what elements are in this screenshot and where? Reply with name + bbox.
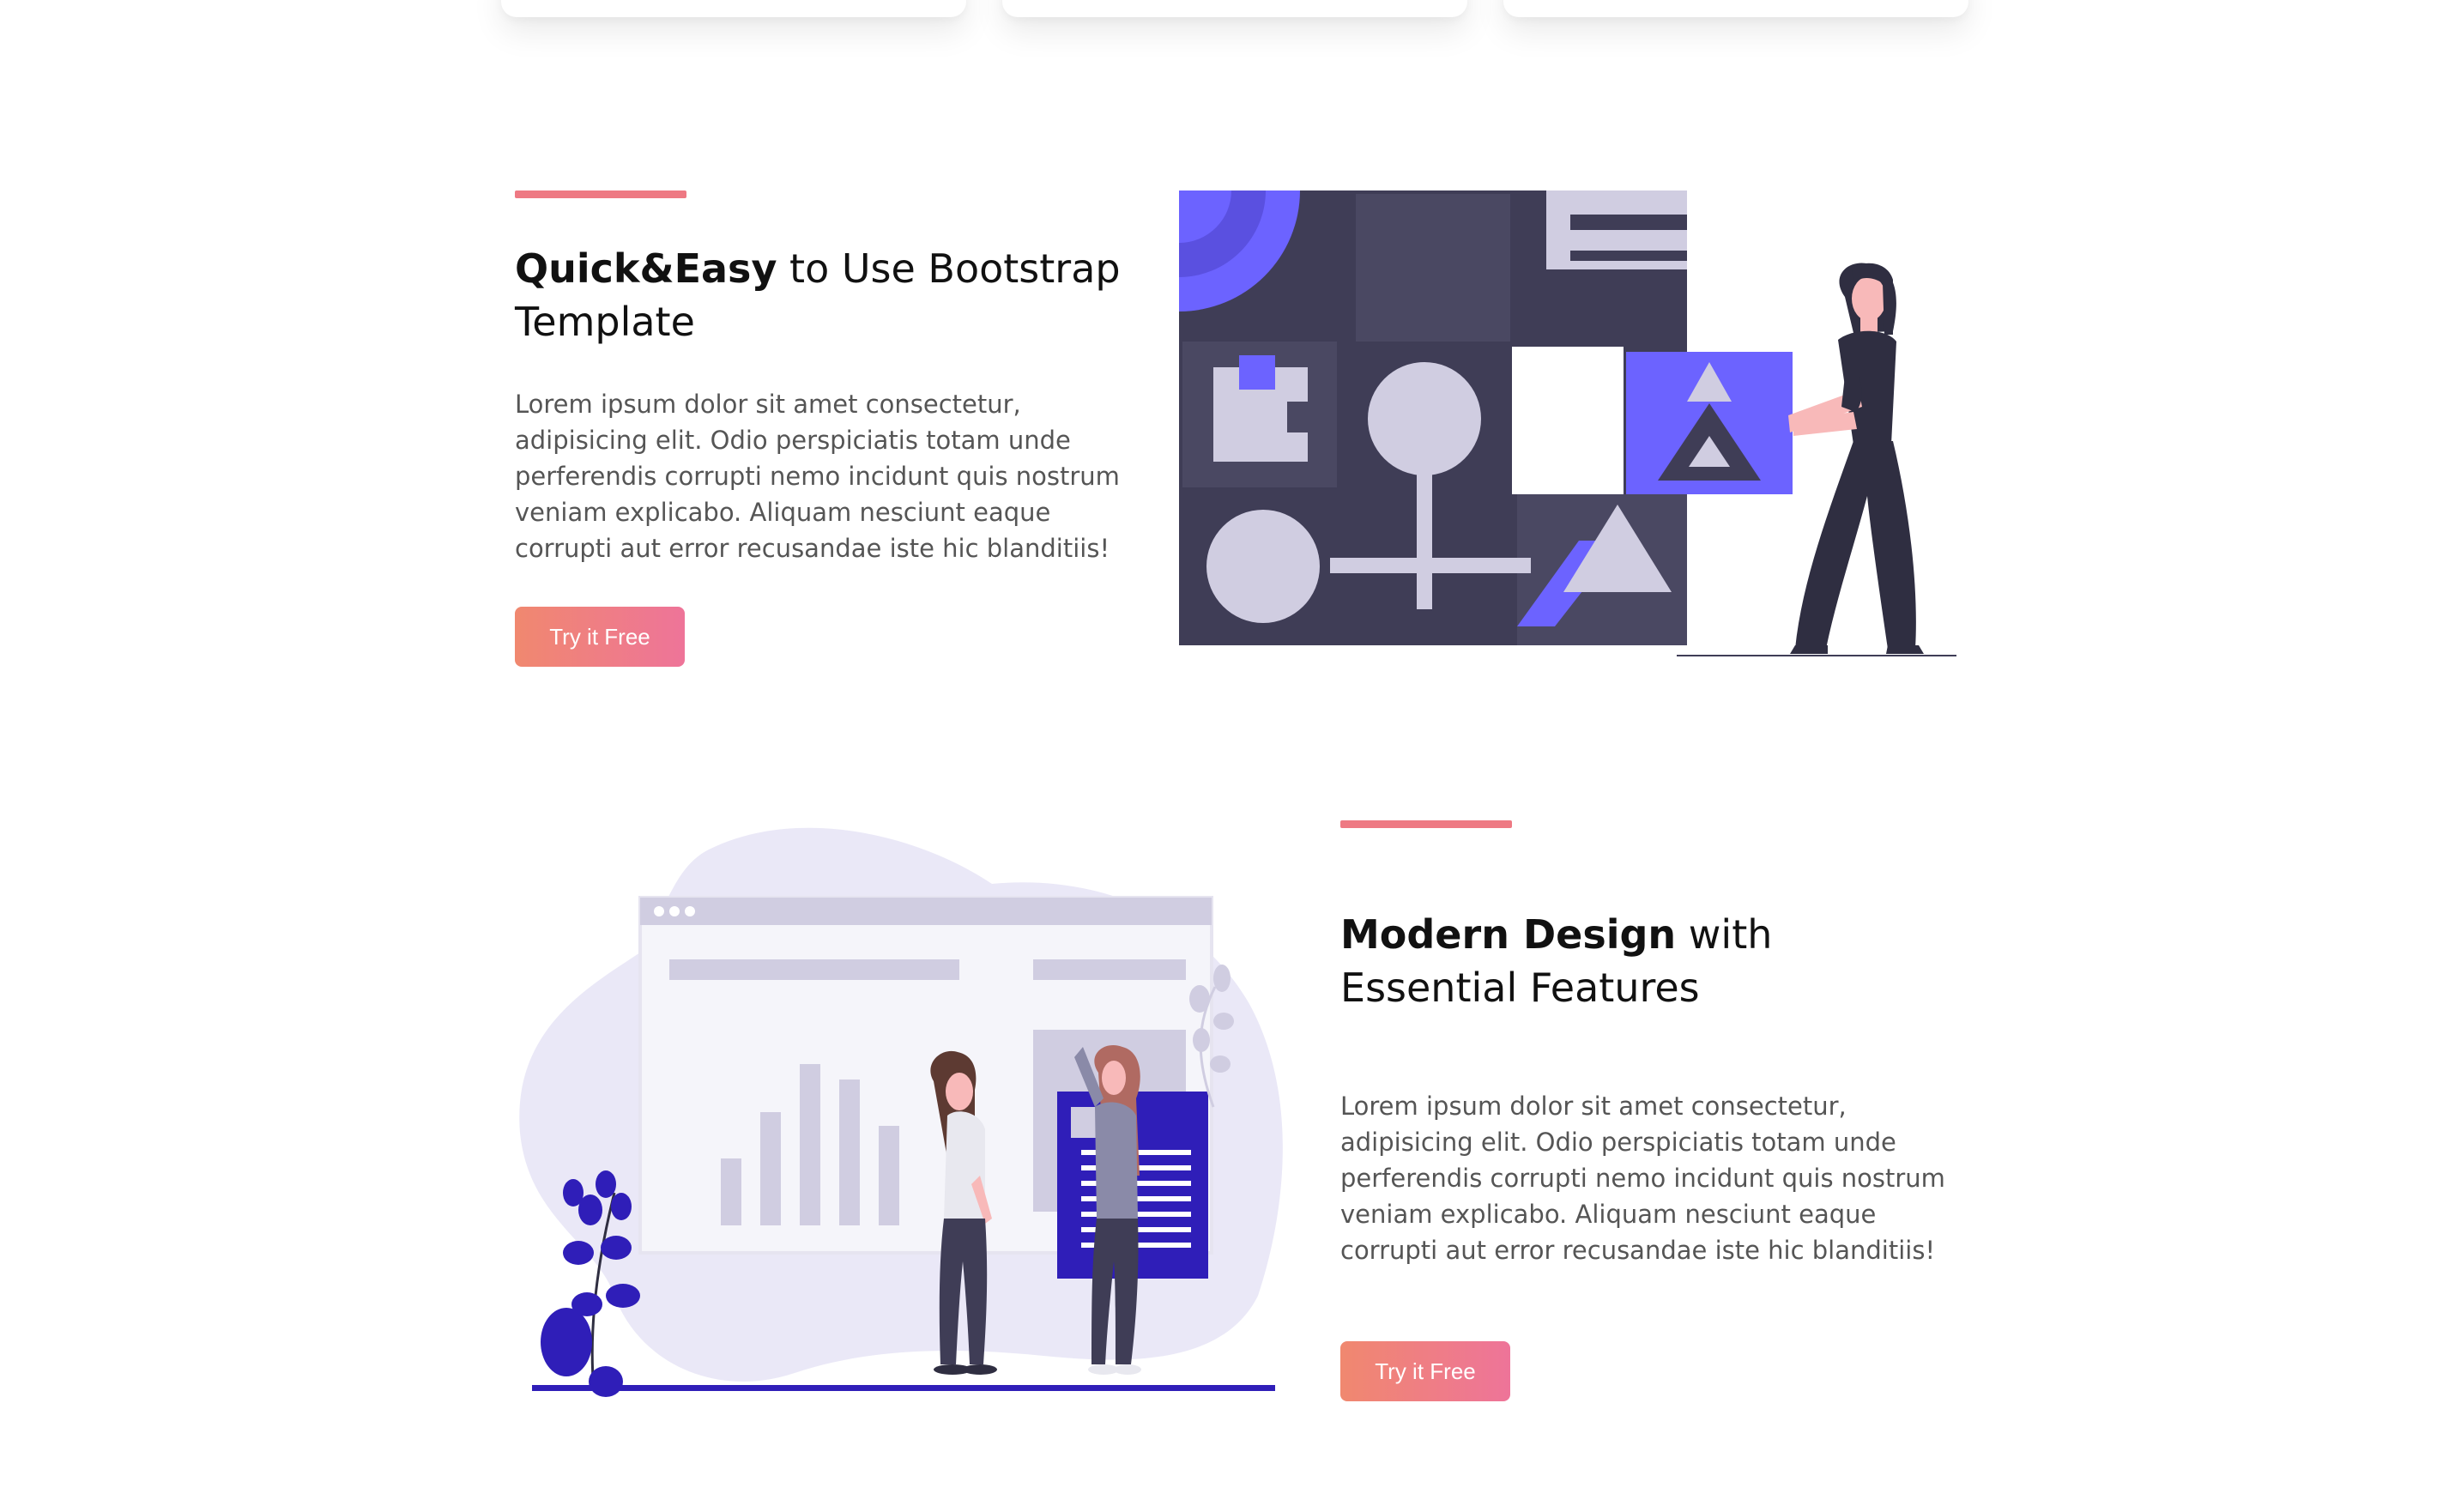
try-it-free-button[interactable]: Try it Free bbox=[1340, 1341, 1510, 1401]
feature-title: Modern Design with Essential Features bbox=[1340, 908, 1958, 1014]
feature-card-1 bbox=[501, 0, 966, 17]
feature-description: Lorem ipsum dolor sit amet consectetur, … bbox=[1340, 1092, 1945, 1265]
building-blocks-illustration bbox=[1179, 191, 1956, 656]
section-accent-line bbox=[515, 191, 686, 198]
feature-title: Quick&Easy to Use Bootstrap Template bbox=[515, 242, 1133, 348]
feature-card-2 bbox=[1002, 0, 1467, 17]
feature-card-3 bbox=[1503, 0, 1968, 17]
section-accent-line bbox=[1340, 820, 1512, 828]
dashboard-team-illustration bbox=[519, 827, 1283, 1397]
feature-title-strong: Modern Design bbox=[1340, 911, 1677, 958]
try-it-free-button[interactable]: Try it Free bbox=[515, 607, 685, 667]
feature-title-strong: Quick&Easy bbox=[515, 245, 777, 292]
feature-description: Lorem ipsum dolor sit amet consectetur, … bbox=[515, 390, 1120, 563]
